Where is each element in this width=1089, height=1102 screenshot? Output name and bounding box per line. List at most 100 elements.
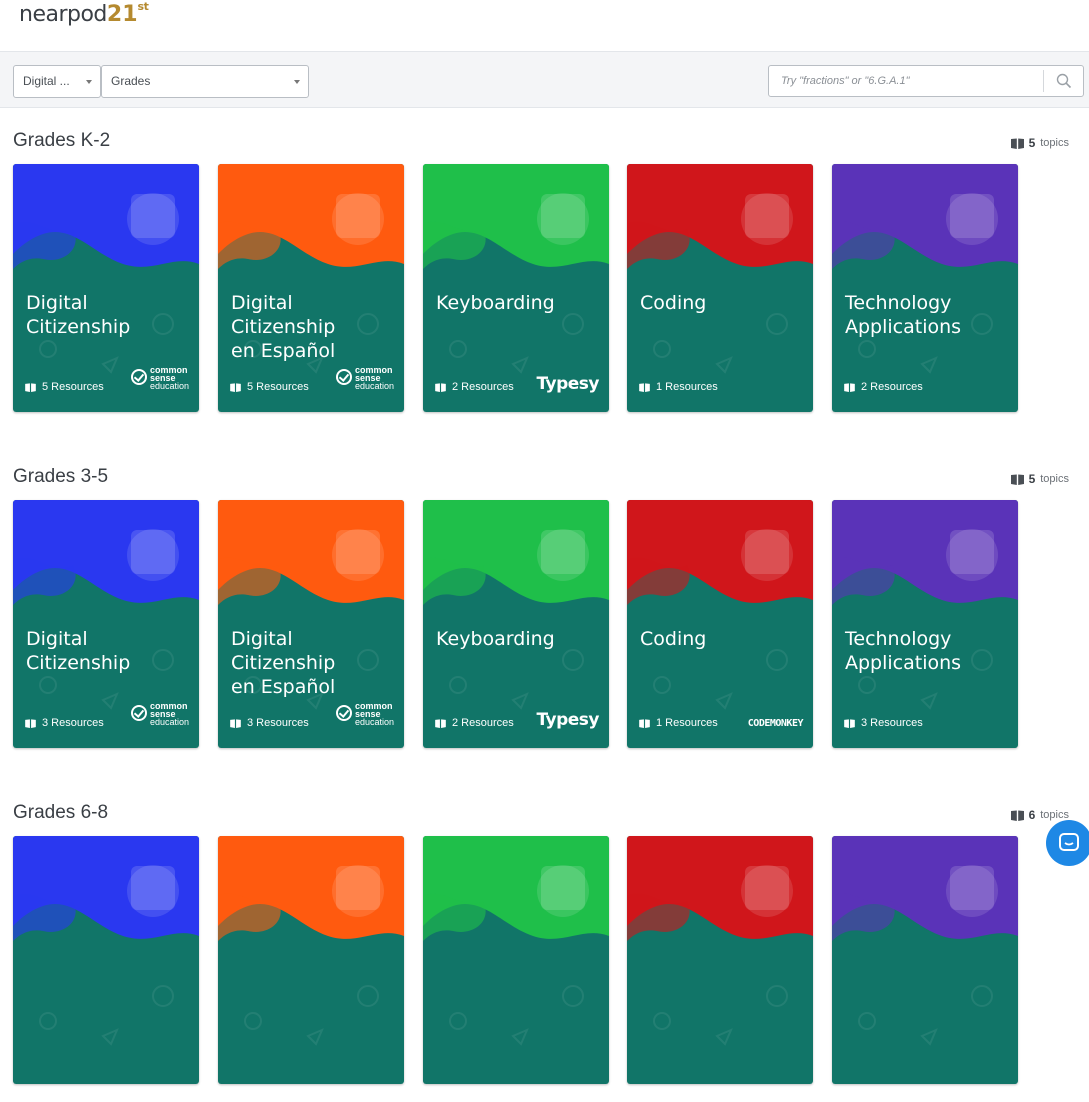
topic-illustration-icon <box>950 194 994 238</box>
section-title: Grades 3-5 <box>13 466 109 487</box>
common-sense-logo: common sense education <box>335 366 394 391</box>
topic-card[interactable]: Technology Applications 3 Resources <box>832 500 1018 748</box>
card-background <box>627 836 813 1084</box>
card-resources: 1 Resources <box>639 717 718 729</box>
grade-section: Grades K-2 5 topics Digital Citizenship 5 Re… <box>0 130 1089 430</box>
card-title: Digital Citizenship <box>26 291 196 339</box>
grade-section: Grades 3-5 5 topics Digital Citizenship 3 Re… <box>0 466 1089 766</box>
topic-card[interactable]: Coding 1 Resources CODEMONKEY <box>627 500 813 748</box>
filter-bar: Digital ... Grades <box>0 52 1089 108</box>
grades-select-value: Grades <box>111 74 151 88</box>
subject-select[interactable]: Digital ... <box>13 65 101 98</box>
nearpod-logo[interactable]: nearpod21st <box>19 0 149 27</box>
topic-count-label: topics <box>1040 473 1069 485</box>
book-icon <box>639 718 650 728</box>
topic-illustration-icon <box>541 530 585 574</box>
card-title: Keyboarding <box>436 627 606 651</box>
topic-illustration-icon <box>745 866 789 910</box>
topic-illustration-icon <box>131 530 175 574</box>
topic-card[interactable] <box>13 836 199 1084</box>
card-resources: 5 Resources <box>25 381 104 393</box>
topic-card[interactable]: Digital Citizenship en Español 5 Resources… <box>218 164 404 412</box>
topic-card[interactable]: Digital Citizenship en Español 3 Resources… <box>218 500 404 748</box>
logo-number: 21 <box>106 2 138 27</box>
resource-count: 3 Resources <box>861 717 923 729</box>
topic-illustration-icon <box>131 194 175 238</box>
card-resources: 3 Resources <box>844 717 923 729</box>
resource-count: 1 Resources <box>656 717 718 729</box>
typesy-logo: Typesy <box>536 374 599 394</box>
topic-illustration-icon <box>541 194 585 238</box>
book-icon <box>844 718 855 728</box>
book-icon <box>1010 810 1024 821</box>
topic-card[interactable]: Digital Citizenship 5 Resources common sens… <box>13 164 199 412</box>
card-title: Digital Citizenship en Español <box>231 291 401 363</box>
topic-illustration-icon <box>336 530 380 574</box>
card-background <box>832 164 1018 412</box>
resource-count: 3 Resources <box>247 717 309 729</box>
grade-section: Grades 6-8 6 topics <box>0 802 1089 1102</box>
card-background <box>423 836 609 1084</box>
topic-illustration-icon <box>745 194 789 238</box>
topic-count-label: topics <box>1040 137 1069 149</box>
card-title-line2: Applications <box>845 316 962 338</box>
topic-card[interactable] <box>627 836 813 1084</box>
search-input[interactable] <box>769 66 1039 96</box>
search-button[interactable] <box>1043 70 1083 92</box>
card-title-line2: en Español <box>231 676 336 698</box>
card-resources: 2 Resources <box>844 381 923 393</box>
check-circle-icon <box>130 369 147 385</box>
card-title: Digital Citizenship en Español <box>231 627 401 699</box>
card-background <box>13 836 199 1084</box>
common-sense-logo: common sense education <box>335 702 394 727</box>
chat-button[interactable] <box>1046 820 1089 866</box>
book-icon <box>435 718 446 728</box>
subject-select-value: Digital ... <box>23 74 70 88</box>
card-background <box>627 500 813 748</box>
codemonkey-logo: CODEMONKEY <box>747 718 804 729</box>
card-title: Digital Citizenship <box>26 627 196 675</box>
search-box <box>768 65 1084 97</box>
topic-card[interactable] <box>423 836 609 1084</box>
resource-count: 5 Resources <box>42 381 104 393</box>
book-icon <box>25 382 36 392</box>
check-circle-icon <box>335 369 352 385</box>
topic-illustration-icon <box>950 866 994 910</box>
card-resources: 2 Resources <box>435 381 514 393</box>
topic-illustration-icon <box>950 530 994 574</box>
card-title-line1: Keyboarding <box>436 292 555 314</box>
card-title: Coding <box>640 627 810 651</box>
card-title-line1: Coding <box>640 628 707 650</box>
topic-card[interactable]: Keyboarding 2 Resources Typesy <box>423 500 609 748</box>
card-resources: 2 Resources <box>435 717 514 729</box>
topic-illustration-icon <box>541 866 585 910</box>
resource-count: 3 Resources <box>42 717 104 729</box>
typesy-logo: Typesy <box>536 710 599 730</box>
book-icon <box>1010 138 1024 149</box>
topic-card[interactable] <box>832 836 1018 1084</box>
card-background <box>832 836 1018 1084</box>
card-title-line1: Digital Citizenship <box>26 628 131 674</box>
top-bar: nearpod21st <box>0 0 1089 52</box>
check-circle-icon <box>335 705 352 721</box>
section-topic-count: 5 topics <box>1010 472 1069 486</box>
check-circle-icon <box>130 705 147 721</box>
topic-card[interactable]: Digital Citizenship 3 Resources common sens… <box>13 500 199 748</box>
topic-illustration-icon <box>336 866 380 910</box>
resource-count: 2 Resources <box>452 717 514 729</box>
topic-card[interactable]: Keyboarding 2 Resources Typesy <box>423 164 609 412</box>
card-background <box>218 836 404 1084</box>
card-title-line2: Applications <box>845 652 962 674</box>
card-resources: 3 Resources <box>230 717 309 729</box>
topic-card[interactable]: Coding 1 Resources <box>627 164 813 412</box>
card-title-line1: Digital Citizenship <box>26 292 131 338</box>
grades-select[interactable]: Grades <box>101 65 309 98</box>
card-title-line1: Digital Citizenship <box>231 292 336 338</box>
card-title-line1: Digital Citizenship <box>231 628 336 674</box>
card-background <box>832 500 1018 748</box>
topic-count-number: 6 <box>1028 808 1036 822</box>
topic-card[interactable]: Technology Applications 2 Resources <box>832 164 1018 412</box>
common-sense-logo: common sense education <box>130 702 189 727</box>
topic-card[interactable] <box>218 836 404 1084</box>
resource-count: 2 Resources <box>861 381 923 393</box>
